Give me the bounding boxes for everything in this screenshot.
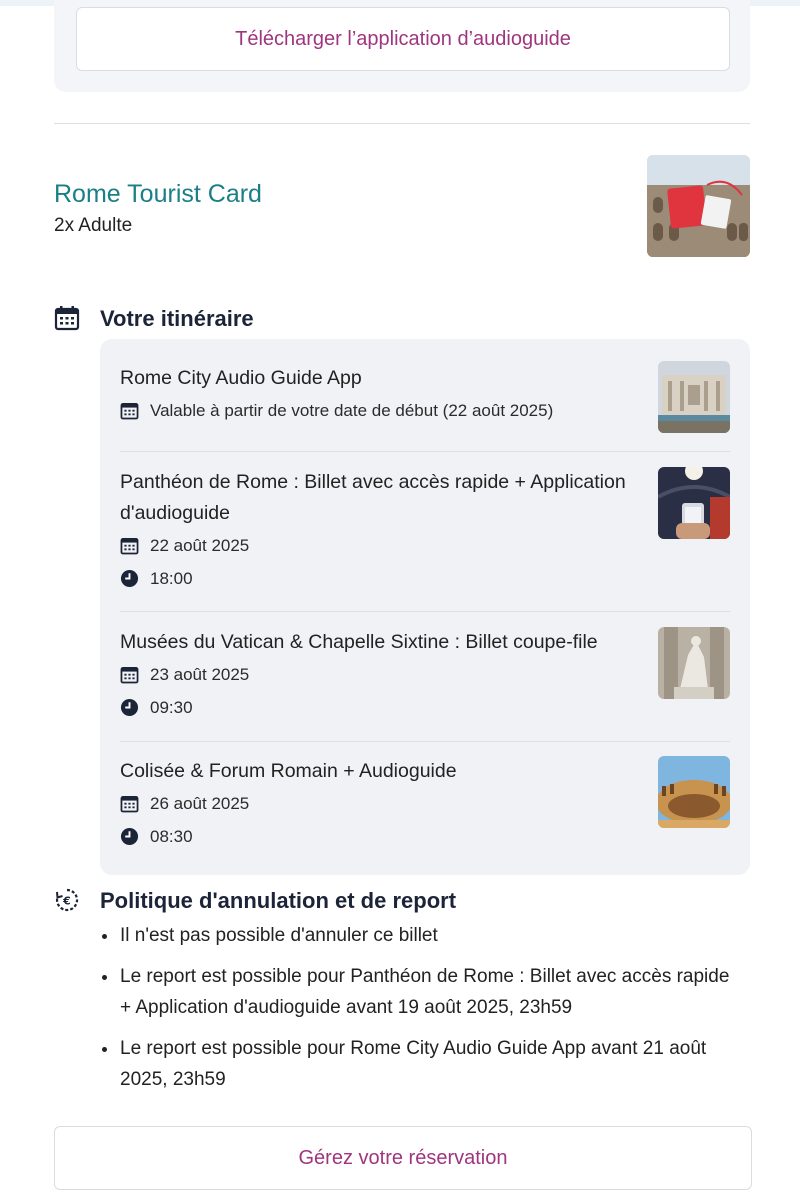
itinerary-separator bbox=[120, 451, 730, 452]
itinerary-item-time: 08:30 bbox=[120, 820, 730, 853]
vatican-statue-thumbnail bbox=[658, 627, 730, 699]
itinerary-item-title[interactable]: Rome City Audio Guide App bbox=[120, 363, 630, 394]
itinerary-item-date: 23 août 2025 bbox=[120, 658, 730, 691]
itinerary-item-date: Valable à partir de votre date de début … bbox=[120, 394, 730, 427]
time-text: 08:30 bbox=[150, 826, 193, 846]
date-text: 22 août 2025 bbox=[150, 535, 250, 555]
itinerary-separator bbox=[120, 741, 730, 742]
audioguide-download-panel: Télécharger l’application d’audioguide bbox=[54, 0, 750, 92]
product-title[interactable]: Rome Tourist Card bbox=[54, 180, 262, 209]
policy-heading: Politique d'annulation et de report bbox=[100, 888, 457, 913]
itinerary-item: Musées du Vatican & Chapelle Sixtine : B… bbox=[120, 627, 730, 727]
itinerary-item-title[interactable]: Colisée & Forum Romain + Audioguide bbox=[120, 756, 630, 787]
itinerary-panel: Rome City Audio Guide App Valable à part… bbox=[100, 339, 750, 875]
clock-icon bbox=[120, 698, 139, 717]
itinerary-item: Rome City Audio Guide App Valable à part… bbox=[120, 361, 730, 451]
calendar-icon bbox=[120, 538, 139, 555]
calendar-icon bbox=[120, 667, 139, 684]
itinerary-item-date: 22 août 2025 bbox=[120, 529, 730, 562]
date-text: 23 août 2025 bbox=[150, 664, 250, 684]
itinerary-item-date: 26 août 2025 bbox=[120, 787, 730, 820]
calendar-icon bbox=[120, 403, 139, 420]
product-thumbnail bbox=[647, 155, 750, 257]
itinerary-separator bbox=[120, 611, 730, 612]
product-quantity: 2x Adulte bbox=[54, 215, 133, 236]
time-text: 18:00 bbox=[150, 568, 193, 588]
date-text: 26 août 2025 bbox=[150, 793, 250, 813]
date-text: Valable à partir de votre date de début … bbox=[150, 400, 554, 420]
itinerary-item-title[interactable]: Panthéon de Rome : Billet avec accès rap… bbox=[120, 467, 630, 529]
policy-item: Le report est possible pour Panthéon de … bbox=[100, 961, 740, 1023]
download-audioguide-button[interactable]: Télécharger l’application d’audioguide bbox=[76, 7, 730, 71]
euro-refund-icon: € bbox=[55, 888, 79, 912]
section-divider bbox=[54, 123, 750, 124]
policy-item: Il n'est pas possible d'annuler ce bille… bbox=[100, 920, 740, 951]
itinerary-item-title[interactable]: Musées du Vatican & Chapelle Sixtine : B… bbox=[120, 627, 630, 658]
trevi-fountain-thumbnail bbox=[658, 361, 730, 433]
time-text: 09:30 bbox=[150, 697, 193, 717]
calendar-icon bbox=[120, 796, 139, 813]
pantheon-thumbnail bbox=[658, 467, 730, 539]
itinerary-item: Colisée & Forum Romain + Audioguide 26 a… bbox=[120, 756, 730, 856]
policy-list: Il n'est pas possible d'annuler ce bille… bbox=[100, 920, 740, 1105]
calendar-icon bbox=[54, 306, 80, 331]
colosseum-thumbnail bbox=[658, 756, 730, 828]
itinerary-item-time: 18:00 bbox=[120, 562, 730, 595]
clock-icon bbox=[120, 569, 139, 588]
itinerary-item-time: 09:30 bbox=[120, 691, 730, 724]
svg-text:€: € bbox=[62, 895, 71, 908]
itinerary-heading: Votre itinéraire bbox=[100, 306, 254, 331]
clock-icon bbox=[120, 827, 139, 846]
manage-booking-button[interactable]: Gérez votre réservation bbox=[54, 1126, 752, 1190]
policy-item: Le report est possible pour Rome City Au… bbox=[100, 1033, 740, 1095]
itinerary-item: Panthéon de Rome : Billet avec accès rap… bbox=[120, 467, 730, 597]
